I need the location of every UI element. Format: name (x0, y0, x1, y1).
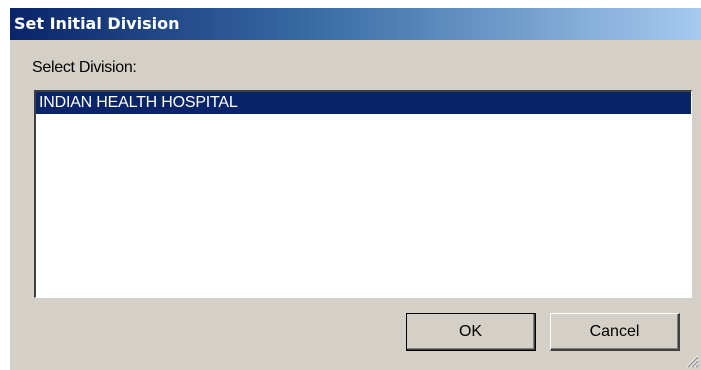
select-division-label: Select Division: (32, 59, 137, 76)
resize-grip-icon[interactable] (685, 354, 699, 368)
cancel-button[interactable]: Cancel (550, 313, 680, 351)
set-initial-division-dialog: Set Initial Division Select Division: IN… (10, 8, 701, 370)
title-bar[interactable]: Set Initial Division (10, 8, 701, 40)
division-listbox[interactable]: INDIAN HEALTH HOSPITAL (34, 90, 692, 298)
list-item[interactable]: INDIAN HEALTH HOSPITAL (36, 92, 691, 114)
ok-button[interactable]: OK (406, 313, 536, 351)
dialog-title: Set Initial Division (14, 14, 180, 33)
